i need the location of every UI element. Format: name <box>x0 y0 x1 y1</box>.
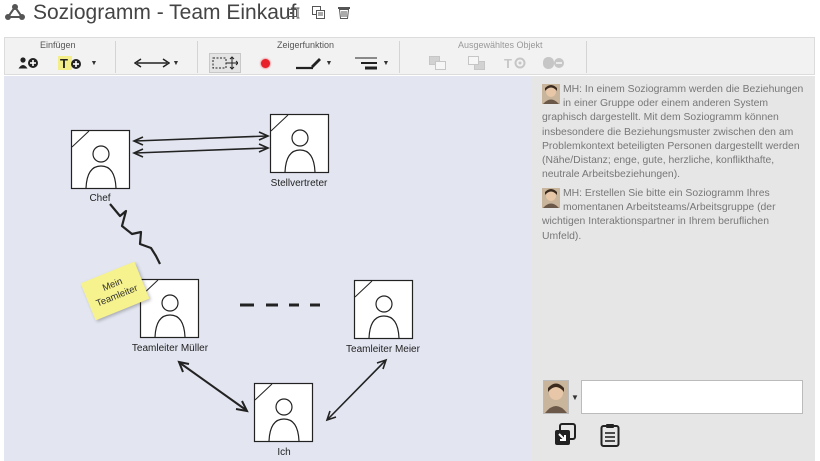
person-node-chef[interactable] <box>70 129 131 190</box>
node-label-stellvertreter: Stellvertreter <box>270 178 328 189</box>
send-backward-icon[interactable] <box>466 53 488 73</box>
page-title: Soziogramm - Team Einkauf <box>33 1 297 24</box>
avatar <box>544 381 568 413</box>
edge-ich-meier[interactable] <box>325 358 388 422</box>
chat-message: MH: Erstellen Sie bitte ein Soziogramm I… <box>542 187 808 244</box>
avatar <box>542 188 560 208</box>
person-node-stellvertreter[interactable] <box>269 113 330 174</box>
pen-icon[interactable] <box>294 53 324 73</box>
node-label-ich: Ich <box>277 447 291 458</box>
chat-message-text: MH: In einem Soziogramm werden die Bezie… <box>542 84 804 181</box>
delete-icon[interactable] <box>335 4 352 21</box>
sociogram-canvas[interactable]: Chef Stellvertreter Teamleiter Müller Te… <box>4 76 532 461</box>
message-composer: ▼ <box>542 380 804 414</box>
copy-icon[interactable] <box>310 4 327 21</box>
add-text-icon[interactable]: T <box>57 53 85 73</box>
toolbar-group-label: Zeigerfunktion <box>277 40 335 50</box>
chat-panel: MH: In einem Soziogramm werden die Bezie… <box>532 76 815 461</box>
delete-object-icon[interactable] <box>541 53 567 73</box>
pen-dropdown[interactable]: ▼ <box>324 53 334 73</box>
svg-text:T: T <box>504 56 512 70</box>
author-select-button[interactable] <box>543 380 569 414</box>
text-settings-icon[interactable]: T <box>503 53 529 73</box>
toolbar-divider <box>586 41 587 73</box>
toolbar-group-label: Ausgewähltes Objekt <box>458 40 543 50</box>
color-picker[interactable] <box>257 53 273 73</box>
chevron-down-icon: ▼ <box>90 59 98 67</box>
sociogram-app-icon <box>5 4 25 20</box>
node-label-mueller: Teamleiter Müller <box>131 343 209 354</box>
edge-chef-stellvertreter[interactable] <box>132 131 270 158</box>
edit-title-icon[interactable] <box>285 4 302 21</box>
add-person-icon[interactable] <box>16 53 42 73</box>
toolbar-group-label: Einfügen <box>40 40 76 50</box>
line-style-icon[interactable] <box>351 53 381 73</box>
bring-forward-icon[interactable] <box>427 53 449 73</box>
node-label-meier: Teamleiter Meier <box>346 344 420 355</box>
line-style-dropdown[interactable]: ▼ <box>381 53 391 73</box>
person-node-meier[interactable] <box>353 279 414 340</box>
chevron-down-icon[interactable]: ▼ <box>571 393 579 402</box>
avatar <box>542 84 560 104</box>
toolbar: Einfügen T ▼ ▼ Zeigerfunktion ▼ ▼ Ausgew… <box>4 37 815 75</box>
edge-chef-mueller[interactable] <box>109 203 161 265</box>
toolbar-group-insert: Einfügen T ▼ <box>5 38 115 76</box>
sociogram-drawing <box>70 113 414 443</box>
chevron-down-icon: ▼ <box>325 59 333 67</box>
svg-text:T: T <box>60 56 68 70</box>
chat-message: MH: In einem Soziogramm werden die Bezie… <box>542 83 808 182</box>
import-icon[interactable] <box>552 422 578 448</box>
person-node-ich[interactable] <box>253 382 314 443</box>
person-node-mueller[interactable] <box>139 278 200 339</box>
arrow-style-icon[interactable] <box>133 53 171 73</box>
arrow-style-dropdown[interactable]: ▼ <box>171 53 181 73</box>
color-swatch <box>260 58 270 68</box>
toolbar-divider <box>115 41 116 73</box>
chat-message-text: MH: Erstellen Sie bitte ein Soziogramm I… <box>542 188 776 242</box>
edge-mueller-ich[interactable] <box>177 360 249 413</box>
clipboard-icon[interactable] <box>597 422 623 448</box>
chevron-down-icon: ▼ <box>382 59 390 67</box>
add-text-dropdown[interactable]: ▼ <box>89 53 99 73</box>
message-input[interactable] <box>581 380 803 414</box>
chevron-down-icon: ▼ <box>172 59 180 67</box>
select-move-icon[interactable] <box>209 53 241 73</box>
title-bar: Soziogramm - Team Einkauf <box>0 0 820 26</box>
node-label-chef: Chef <box>89 193 111 204</box>
